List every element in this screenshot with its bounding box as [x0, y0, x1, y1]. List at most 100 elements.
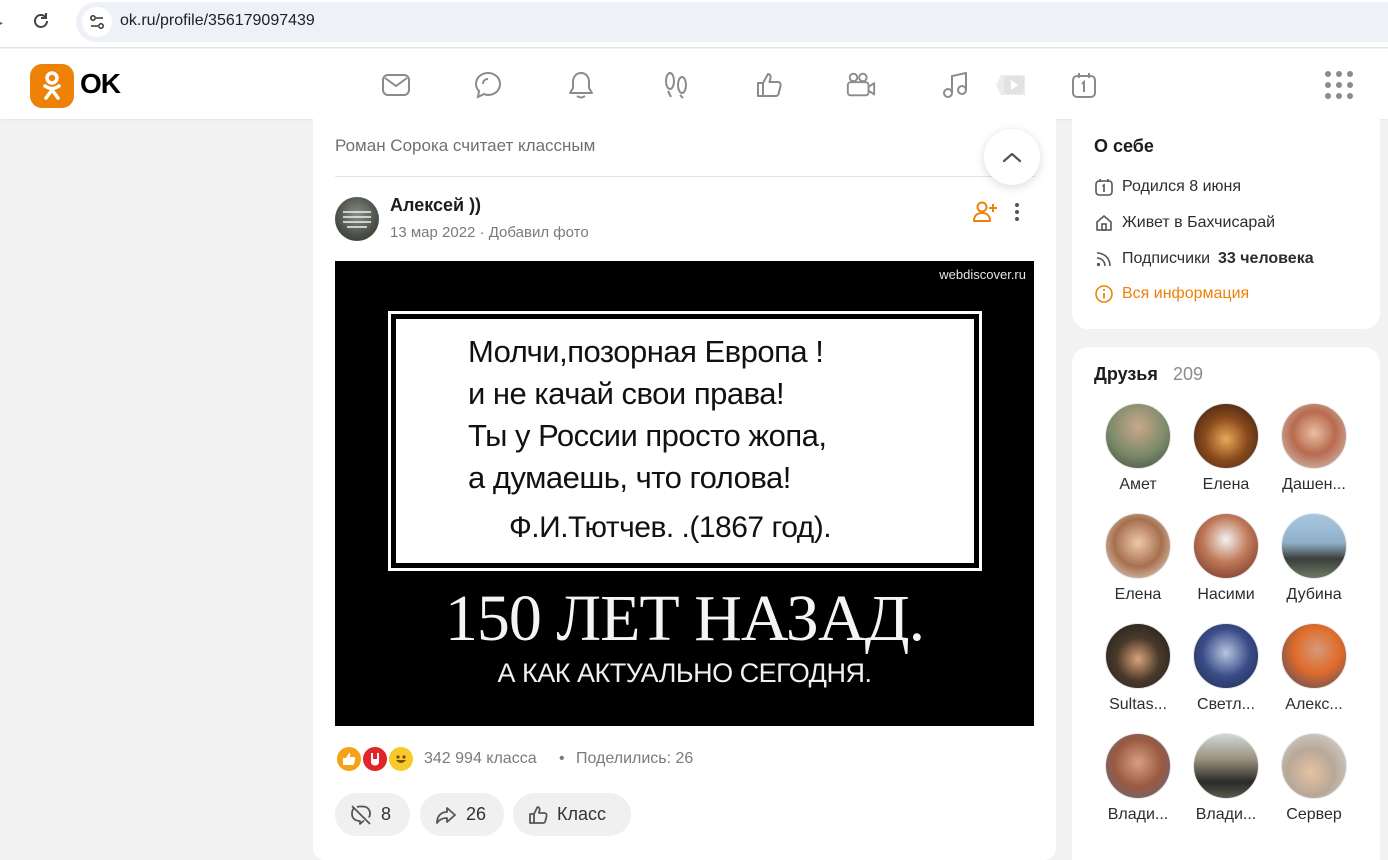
friend-item[interactable]: Елена: [1098, 513, 1178, 604]
author-name[interactable]: Алексей )): [390, 195, 481, 216]
feed-card: Роман Сорока считает классным Алексей ))…: [313, 119, 1056, 860]
friend-item[interactable]: Алекс...: [1274, 623, 1354, 714]
discussions-icon[interactable]: [472, 69, 504, 101]
friend-avatar: [1281, 733, 1347, 799]
quote-line: Молчи,позорная Европа !: [468, 334, 824, 369]
friends-title[interactable]: Друзья: [1094, 364, 1158, 385]
friend-item[interactable]: Влади...: [1098, 733, 1178, 824]
comments-disabled-icon: [351, 804, 371, 825]
location-row: Живет в Бахчисарай: [1094, 212, 1275, 234]
music-icon[interactable]: [940, 69, 972, 101]
share-icon: [436, 806, 456, 824]
address-bar[interactable]: ok.ru/profile/356179097439: [76, 2, 1388, 42]
reactions-bar[interactable]: 342 994 класса • Поделились: 26: [335, 743, 1035, 775]
author-avatar[interactable]: [335, 197, 379, 241]
friend-name: Влади...: [1195, 806, 1257, 823]
image-watermark: webdiscover.ru: [939, 267, 1026, 282]
friend-avatar: [1281, 513, 1347, 579]
post-meta: 13 мар 2022 · Добавил фото: [390, 224, 589, 241]
all-info-link[interactable]: Вся информация: [1094, 283, 1249, 305]
guests-icon[interactable]: [660, 69, 692, 101]
site-header: OK: [0, 49, 1388, 119]
info-icon: [1095, 285, 1113, 303]
about-title: О себе: [1094, 136, 1154, 156]
friend-name: Дубина: [1286, 586, 1342, 603]
reaction-count[interactable]: 342 994 класса: [424, 750, 537, 768]
apps-grid-icon[interactable]: [1325, 71, 1353, 99]
friend-item[interactable]: Дашен...: [1274, 403, 1354, 494]
friend-avatar: [1193, 403, 1259, 469]
friend-name: Елена: [1202, 476, 1250, 493]
birthday-text: Родился 8 июня: [1122, 178, 1242, 195]
friend-name: Дашен...: [1282, 476, 1346, 493]
like-button[interactable]: Класс: [513, 793, 631, 836]
friend-item[interactable]: Елена: [1186, 403, 1266, 494]
ok-logo-icon[interactable]: [30, 64, 74, 108]
post-action-text: Добавил фото: [488, 224, 589, 241]
reload-icon[interactable]: [30, 10, 52, 32]
friend-item[interactable]: Насими: [1186, 513, 1266, 604]
video-camera-icon[interactable]: [845, 69, 877, 101]
divider: [335, 176, 1035, 177]
add-friend-icon[interactable]: [972, 199, 998, 225]
rss-icon: [1096, 252, 1111, 267]
logo-text[interactable]: OK: [80, 68, 121, 100]
friend-name: Светл...: [1197, 696, 1255, 713]
all-info-text: Вся информация: [1122, 285, 1250, 302]
shares-count[interactable]: Поделились: 26: [576, 750, 693, 768]
friend-avatar: [1281, 403, 1347, 469]
friend-name: Влади...: [1107, 806, 1169, 823]
friend-item[interactable]: Sultas...: [1098, 623, 1178, 714]
post-date[interactable]: 13 мар 2022: [390, 224, 475, 241]
home-icon: [1096, 215, 1112, 231]
location-text[interactable]: Живет в Бахчисарай: [1122, 214, 1275, 232]
friend-item[interactable]: Дубина: [1274, 513, 1354, 604]
friend-item[interactable]: Влади...: [1186, 733, 1266, 824]
games-icon[interactable]: [995, 69, 1029, 101]
friend-name: Амет: [1119, 476, 1157, 493]
like-label: Класс: [557, 804, 606, 824]
friend-avatar: [1105, 733, 1171, 799]
quote-line: и не качай свои права!: [468, 376, 785, 411]
quote-line: Ты у России просто жопа,: [468, 418, 827, 453]
subscribers-row[interactable]: Подписчики 33 человека: [1094, 248, 1314, 270]
comments-count: 8: [381, 804, 392, 824]
post-image[interactable]: webdiscover.ru Молчи,позорная Европа ! и…: [335, 261, 1034, 726]
back-arrow-icon[interactable]: ▸: [0, 14, 3, 31]
site-info-icon[interactable]: [82, 7, 112, 37]
share-button[interactable]: 26: [420, 793, 504, 836]
calendar-icon: [1095, 179, 1113, 196]
friend-name: Sultas...: [1109, 696, 1167, 713]
url-text[interactable]: ok.ru/profile/356179097439: [120, 12, 315, 30]
friends-count[interactable]: 209: [1173, 364, 1203, 385]
friend-avatar: [1105, 623, 1171, 689]
share-count: 26: [466, 804, 487, 824]
feed-header[interactable]: Роман Сорока считает классным: [335, 136, 595, 156]
messages-icon[interactable]: [380, 69, 412, 101]
friend-avatar: [1193, 623, 1259, 689]
comments-button[interactable]: 8: [335, 793, 410, 836]
chevron-up-icon: [1002, 152, 1022, 163]
browser-toolbar: ▸ ok.ru/profile/356179097439: [0, 0, 1388, 48]
calendar-icon[interactable]: [1068, 69, 1100, 101]
friend-avatar: [1193, 733, 1259, 799]
birthday-row: Родился 8 июня: [1094, 176, 1241, 198]
friend-avatar: [1193, 513, 1259, 579]
quote-author: Ф.И.Тютчев. .(1867 год).: [509, 511, 832, 544]
reaction-separator: •: [559, 750, 565, 767]
friend-item[interactable]: Амет: [1098, 403, 1178, 494]
thumbs-up-icon: [529, 805, 548, 824]
events-like-icon[interactable]: [753, 69, 785, 101]
rock-reaction-icon: [361, 745, 389, 773]
subscribers-label: Подписчики: [1122, 250, 1211, 267]
friends-card: Друзья 209 Амет Елена Дашен... Елена Нас…: [1072, 347, 1380, 860]
image-subcaption: А КАК АКТУАЛЬНО СЕГОДНЯ.: [497, 658, 872, 688]
more-options-icon[interactable]: [1010, 199, 1024, 225]
friend-item[interactable]: Сервер: [1274, 733, 1354, 824]
quote-line: а думаешь, что голова!: [468, 460, 791, 495]
scroll-to-top-button[interactable]: [984, 129, 1040, 185]
friend-item[interactable]: Светл...: [1186, 623, 1266, 714]
notifications-icon[interactable]: [565, 69, 597, 101]
like-reaction-icon: [335, 745, 363, 773]
friend-name: Алекс...: [1285, 696, 1343, 713]
